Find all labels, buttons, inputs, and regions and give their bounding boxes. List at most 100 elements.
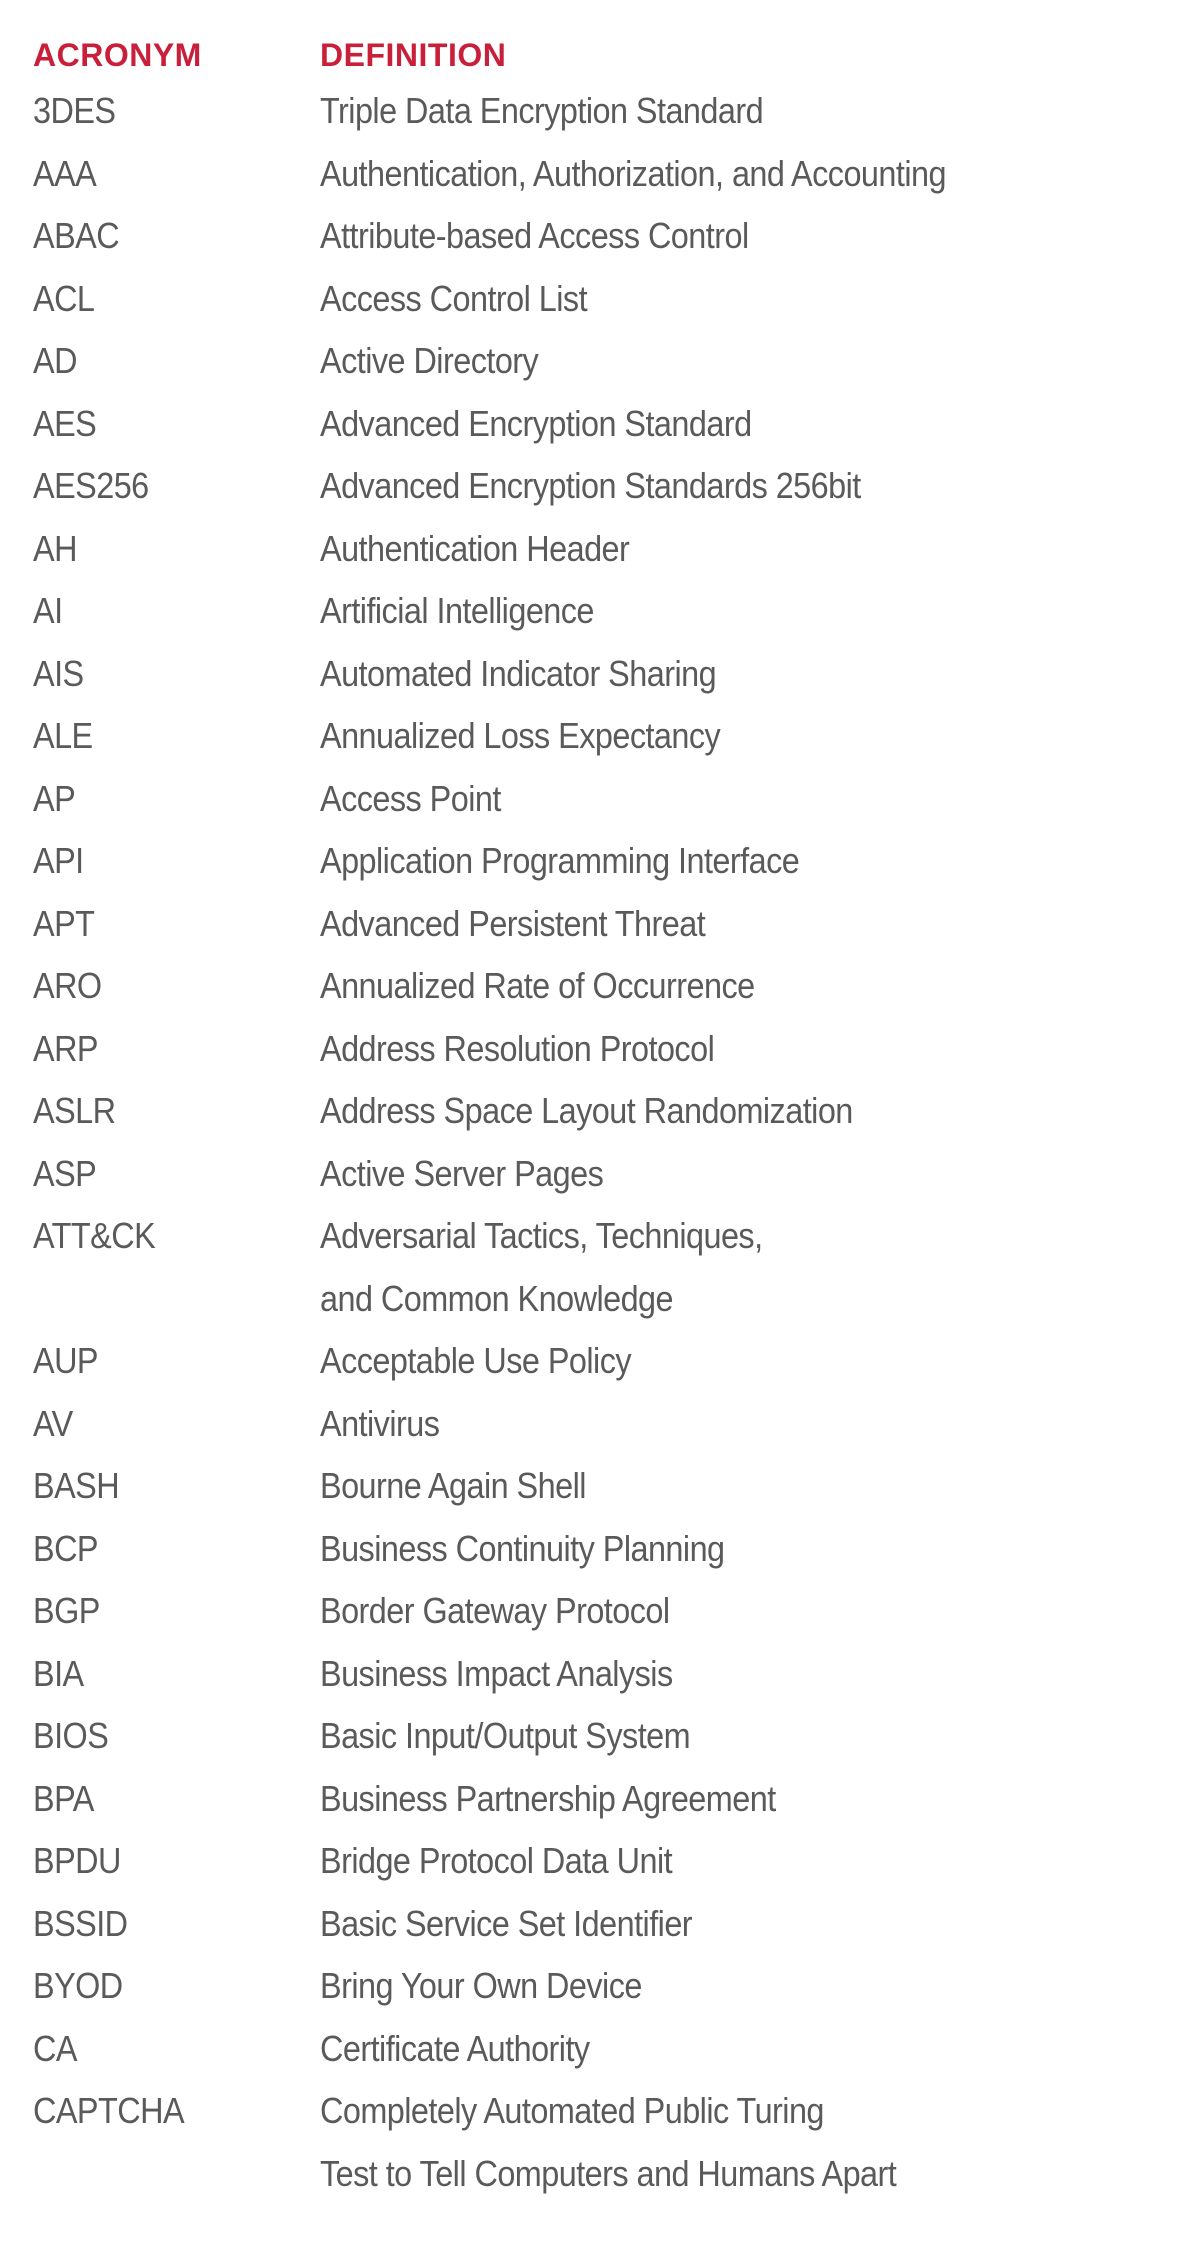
definition-line: Active Directory <box>320 340 539 381</box>
definition-line: Active Server Pages <box>320 1152 604 1194</box>
acronym-cell: ABAC <box>33 215 120 256</box>
table-row: AIS Automated Indicator Sharing <box>33 643 1200 706</box>
table-row: BASH Bourne Again Shell <box>33 1455 1200 1518</box>
table-row: ARP Address Resolution Protocol <box>33 1018 1200 1081</box>
acronym-cell: AES256 <box>33 465 149 506</box>
definition-line: Authentication, Authorization, and Accou… <box>320 152 947 194</box>
definition-line: and Common Knowledge <box>320 1277 674 1319</box>
acronym-cell: BYOD <box>33 1965 123 2006</box>
definition-line: Completely Automated Public Turing <box>320 2090 824 2131</box>
table-row: AES Advanced Encryption Standard <box>33 393 1200 456</box>
definition-line: Certificate Authority <box>320 2027 590 2069</box>
acronym-table: ACRONYM DEFINITION 3DES Triple Data Encry… <box>33 30 1200 2205</box>
definition-line: Bring Your Own Device <box>320 1965 642 2006</box>
acronym-cell: AI <box>33 590 63 631</box>
table-row: API Application Programming Interface <box>33 830 1200 893</box>
table-row: ASP Active Server Pages <box>33 1143 1200 1206</box>
definition-cell: Business Impact Analysis <box>320 1643 1112 1706</box>
table-body: 3DES Triple Data Encryption Standard AAA Au… <box>33 80 1200 2205</box>
definition-cell: Bridge Protocol Data Unit <box>320 1830 1112 1893</box>
acronym-cell: AP <box>33 777 76 819</box>
acronym-cell: AV <box>33 1402 73 1444</box>
acronym-cell: ATT&CK <box>33 1215 156 1256</box>
definition-cell: Business Continuity Planning <box>320 1518 1112 1581</box>
acronym-cell: BCP <box>33 1527 99 1569</box>
table-row: CA Certificate Authority <box>33 2018 1200 2081</box>
table-row: ASLR Address Space Layout Randomization <box>33 1080 1200 1143</box>
definition-line: Annualized Rate of Occurrence <box>320 965 755 1006</box>
definition-line: Advanced Encryption Standard <box>320 402 752 444</box>
acronym-cell: BIOS <box>33 1715 109 1756</box>
definition-cell: Basic Input/Output System <box>320 1705 1112 1768</box>
table-row: AP Access Point <box>33 768 1200 831</box>
definition-cell: Advanced Encryption Standard <box>320 393 1112 456</box>
definition-line: Business Impact Analysis <box>320 1652 673 1694</box>
acronym-cell: BASH <box>33 1465 120 1506</box>
table-row: BCP Business Continuity Planning <box>33 1518 1200 1581</box>
definition-cell: Address Space Layout Randomization <box>320 1080 1112 1143</box>
definition-cell: Active Server Pages <box>320 1143 1112 1206</box>
definition-line: Application Programming Interface <box>320 840 800 881</box>
acronym-cell: AUP <box>33 1340 99 1381</box>
definition-column-header: DEFINITION <box>320 37 507 73</box>
definition-line: Basic Input/Output System <box>320 1715 691 1756</box>
table-row: BYOD Bring Your Own Device <box>33 1955 1200 2018</box>
table-row: ATT&CK Adversarial Tactics, Techniques, an… <box>33 1205 1200 1330</box>
definition-line: Artificial Intelligence <box>320 590 594 631</box>
definition-cell: Artificial Intelligence <box>320 580 1112 643</box>
table-row: BIA Business Impact Analysis <box>33 1643 1200 1706</box>
definition-line: Border Gateway Protocol <box>320 1590 670 1631</box>
table-header-row: ACRONYM DEFINITION <box>33 30 1200 80</box>
table-row: BSSID Basic Service Set Identifier <box>33 1893 1200 1956</box>
table-row: CAPTCHA Completely Automated Public Turin… <box>33 2080 1200 2205</box>
definition-line: Attribute-based Access Control <box>320 215 749 256</box>
definition-line: Basic Service Set Identifier <box>320 1902 693 1944</box>
definition-cell: Access Point <box>320 768 1112 831</box>
table-row: AES256 Advanced Encryption Standards 256b… <box>33 455 1200 518</box>
acronym-cell: ACL <box>33 277 95 319</box>
acronym-cell: AIS <box>33 652 84 694</box>
table-row: BPDU Bridge Protocol Data Unit <box>33 1830 1200 1893</box>
definition-cell: Application Programming Interface <box>320 830 1112 893</box>
definition-line: Acceptable Use Policy <box>320 1340 632 1381</box>
acronym-cell: AH <box>33 527 77 569</box>
definition-cell: Advanced Encryption Standards 256bit <box>320 455 1112 518</box>
table-row: AI Artificial Intelligence <box>33 580 1200 643</box>
definition-line: Business Partnership Agreement <box>320 1777 776 1819</box>
acronym-cell: AES <box>33 402 97 444</box>
acronym-cell: ARP <box>33 1027 99 1069</box>
definition-line: Bourne Again Shell <box>320 1465 586 1506</box>
definition-line: Address Resolution Protocol <box>320 1027 715 1069</box>
definition-line: Bridge Protocol Data Unit <box>320 1840 673 1881</box>
table-row: AV Antivirus <box>33 1393 1200 1456</box>
table-row: AD Active Directory <box>33 330 1200 393</box>
table-row: AAA Authentication, Authorization, and Ac… <box>33 143 1200 206</box>
definition-cell: Adversarial Tactics, Techniques, and Comm… <box>320 1205 1112 1330</box>
table-row: AUP Acceptable Use Policy <box>33 1330 1200 1393</box>
definition-line: Adversarial Tactics, Techniques, <box>320 1215 763 1256</box>
definition-cell: Basic Service Set Identifier <box>320 1893 1112 1956</box>
acronym-cell: ARO <box>33 965 102 1006</box>
table-row: ACL Access Control List <box>33 268 1200 331</box>
definition-cell: Automated Indicator Sharing <box>320 643 1112 706</box>
definition-line: Business Continuity Planning <box>320 1527 725 1569</box>
definition-cell: Attribute-based Access Control <box>320 205 1112 268</box>
acronym-cell: ASP <box>33 1152 97 1194</box>
definition-line: Annualized Loss Expectancy <box>320 715 721 756</box>
definition-line: Advanced Encryption Standards 256bit <box>320 465 861 506</box>
definition-cell: Authentication Header <box>320 518 1112 581</box>
acronym-cell: BGP <box>33 1590 100 1631</box>
acronym-cell: APT <box>33 902 95 944</box>
definition-cell: Triple Data Encryption Standard <box>320 80 1112 143</box>
acronym-cell: 3DES <box>33 90 116 131</box>
acronym-cell: BPDU <box>33 1840 121 1881</box>
definition-line: Triple Data Encryption Standard <box>320 90 764 131</box>
definition-line: Test to Tell Computers and Humans Apart <box>320 2152 897 2194</box>
acronym-cell: AD <box>33 340 77 381</box>
acronym-cell: API <box>33 840 84 881</box>
definition-line: Address Space Layout Randomization <box>320 1090 853 1131</box>
definition-line: Advanced Persistent Threat <box>320 902 706 944</box>
definition-line: Automated Indicator Sharing <box>320 652 717 694</box>
acronym-cell: ALE <box>33 715 93 756</box>
table-row: BPA Business Partnership Agreement <box>33 1768 1200 1831</box>
